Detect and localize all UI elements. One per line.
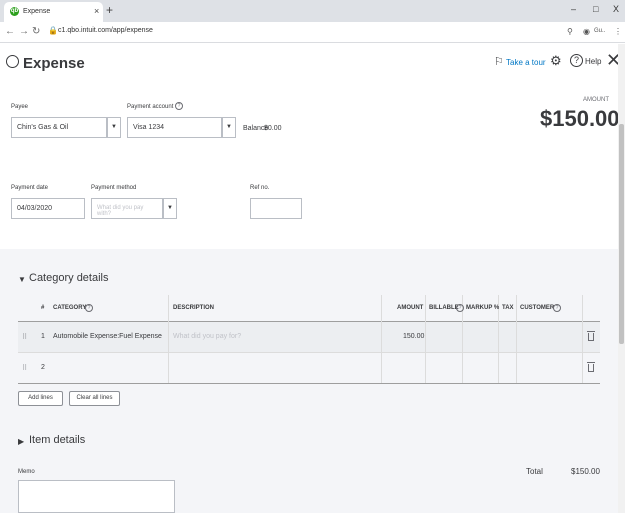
settings-gear-icon[interactable]: ⚙ (550, 53, 562, 69)
expense-history-icon[interactable] (6, 55, 19, 68)
col-header-category: CATEGORY (53, 305, 87, 311)
category-collapse-icon[interactable]: ▼ (18, 275, 26, 284)
page-scrollbar[interactable] (618, 44, 625, 513)
help-link[interactable]: Help (585, 57, 601, 66)
row-category[interactable]: Automobile Expense:Fuel Expense (53, 333, 162, 340)
col-header-amount: AMOUNT (397, 305, 424, 311)
payment-account-label: Payment account (127, 104, 174, 110)
row-divider (18, 352, 600, 353)
add-lines-button[interactable]: Add lines (18, 391, 63, 406)
item-expand-icon[interactable]: ▶ (18, 437, 24, 446)
help-icon[interactable]: ? (570, 54, 583, 67)
drag-handle-icon[interactable]: ⠿ (22, 333, 27, 341)
drag-handle-icon[interactable]: ⠿ (22, 364, 27, 372)
col-divider (381, 295, 382, 383)
payment-account-field[interactable]: Visa 1234 (127, 117, 222, 138)
minimize-icon[interactable]: – (571, 4, 576, 14)
page-title: Expense (23, 55, 85, 72)
payee-label: Payee (11, 104, 29, 110)
col-header-markup: MARKUP % (466, 305, 500, 311)
table-bottom-divider (18, 383, 600, 384)
url-field[interactable]: 🔒 c1.qbo.intuit.com/app/expense (45, 25, 560, 40)
col-header-billable: BILLABLE (429, 305, 459, 311)
ref-no-field[interactable] (250, 198, 302, 219)
col-divider (582, 295, 583, 383)
payment-account-info-icon[interactable]: ? (175, 102, 183, 110)
new-tab-icon[interactable]: + (106, 3, 113, 17)
amount-value: $150.00 (540, 106, 620, 131)
table-header-divider (18, 321, 600, 322)
ref-no-label: Ref no. (250, 185, 270, 191)
payment-method-field[interactable]: What did you pay with? (91, 198, 163, 219)
col-header-num: # (41, 305, 45, 311)
payment-date-field[interactable]: 04/03/2020 (11, 198, 85, 219)
row-number: 2 (41, 364, 45, 371)
quickbooks-favicon-icon: qb (10, 7, 19, 16)
delete-row-trash-icon[interactable] (587, 362, 595, 372)
balance-value: $0.00 (264, 125, 282, 132)
col-divider (168, 295, 169, 383)
clear-all-lines-button[interactable]: Clear all lines (69, 391, 120, 406)
col-header-description: DESCRIPTION (173, 305, 215, 311)
reload-icon[interactable]: ↻ (32, 26, 40, 37)
billable-info-icon[interactable]: ? (456, 304, 464, 312)
address-bar: ← → ↻ 🔒 c1.qbo.intuit.com/app/expense ⚲ … (0, 22, 625, 43)
payment-method-dropdown-icon[interactable]: ▼ (163, 198, 177, 219)
browser-menu-icon[interactable]: ⋮ (614, 27, 622, 36)
payment-account-dropdown-icon[interactable]: ▼ (222, 117, 236, 138)
browser-tab[interactable]: qb Expense × (4, 2, 103, 22)
memo-label: Memo (18, 469, 35, 475)
item-details-title[interactable]: Item details (29, 434, 85, 446)
scrollbar-thumb[interactable] (619, 124, 624, 344)
take-tour-link[interactable]: Take a tour (506, 58, 546, 67)
forward-icon[interactable]: → (19, 26, 29, 37)
col-header-customer: CUSTOMER (520, 305, 555, 311)
profile-name[interactable]: Gu.. (594, 28, 605, 34)
zoom-icon[interactable]: ⚲ (567, 27, 573, 36)
row-description[interactable]: What did you pay for? (173, 333, 241, 340)
col-divider (425, 295, 426, 383)
row-number: 1 (41, 333, 45, 340)
payee-field[interactable]: Chin's Gas & Oil (11, 117, 107, 138)
category-info-icon[interactable]: ? (85, 304, 93, 312)
url-text: c1.qbo.intuit.com/app/expense (58, 27, 153, 34)
total-label: Total (526, 467, 543, 476)
total-value: $150.00 (571, 467, 600, 476)
payee-dropdown-icon[interactable]: ▼ (107, 117, 121, 138)
col-header-tax: TAX (502, 305, 514, 311)
lock-icon: 🔒 (48, 26, 58, 35)
browser-tab-bar: qb Expense × + – □ X (0, 0, 625, 22)
tab-title: Expense (23, 8, 51, 15)
row-amount[interactable]: 150.00 (403, 333, 424, 340)
amount-label: AMOUNT (583, 97, 609, 103)
window-close-icon[interactable]: X (613, 4, 619, 14)
delete-row-trash-icon[interactable] (587, 331, 595, 341)
payment-date-label: Payment date (11, 185, 49, 191)
col-divider (516, 295, 517, 383)
memo-field[interactable] (18, 480, 175, 513)
tab-close-icon[interactable]: × (94, 6, 99, 16)
customer-info-icon[interactable]: ? (553, 304, 561, 312)
category-details-title[interactable]: Category details (29, 272, 109, 284)
payment-method-label: Payment method (91, 185, 137, 191)
back-icon[interactable]: ← (5, 26, 15, 37)
tour-icon[interactable]: ⚐ (494, 55, 504, 68)
profile-avatar-icon[interactable]: ◉ (583, 27, 590, 36)
maximize-icon[interactable]: □ (593, 4, 598, 14)
